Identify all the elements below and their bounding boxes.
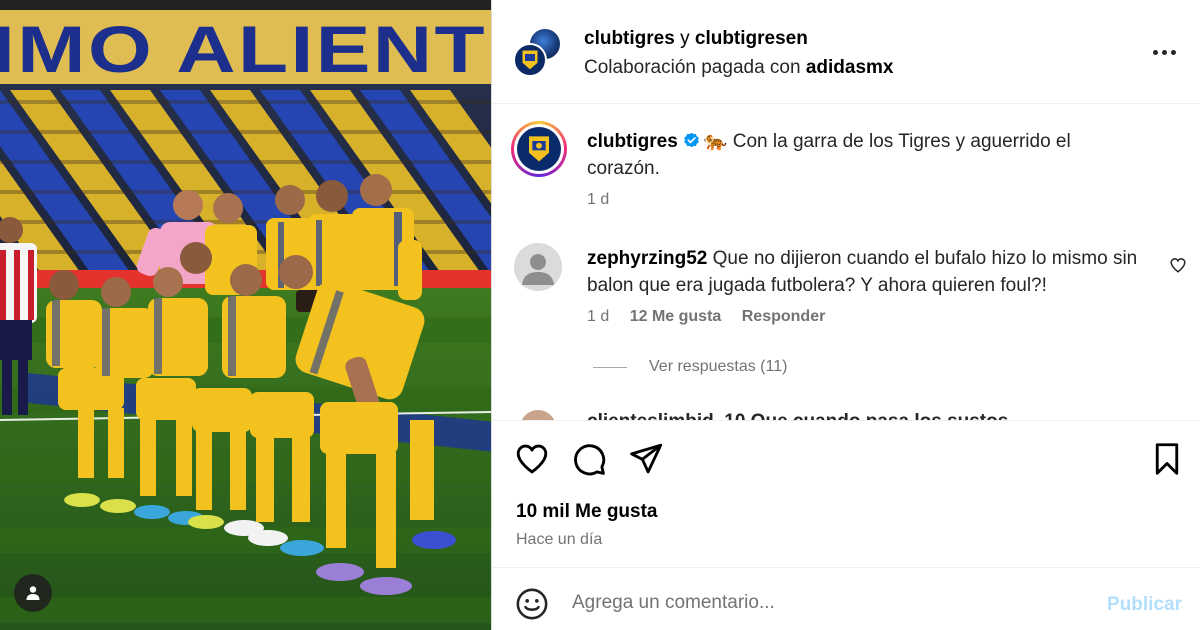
comment-input[interactable] bbox=[572, 586, 1072, 620]
user-tag-icon bbox=[26, 586, 40, 600]
reply-button[interactable]: Responder bbox=[742, 308, 826, 325]
caption-username[interactable]: clubtigres bbox=[587, 131, 678, 152]
likes-count[interactable]: 10 mil Me gusta bbox=[516, 501, 658, 523]
share-icon[interactable] bbox=[628, 441, 664, 477]
team-photo-illustration: IMO ALIENT bbox=[0, 0, 491, 630]
add-comment-bar: Publicar bbox=[492, 567, 1200, 630]
comment-meta: 1 d 12 Me gusta Responder bbox=[587, 308, 825, 326]
header-connector: y bbox=[680, 28, 690, 49]
header-username-2[interactable]: clubtigresen bbox=[695, 28, 808, 49]
comment-likes[interactable]: 12 Me gusta bbox=[630, 308, 722, 325]
post-date[interactable]: Hace un día bbox=[516, 531, 602, 549]
comment-username[interactable]: zephyrzing52 bbox=[587, 248, 707, 269]
post-dialog: IMO ALIENT clubtigres y clubtigresen Col… bbox=[0, 0, 1200, 630]
collab-usernames: clubtigres y clubtigresen bbox=[584, 28, 808, 50]
default-profile-icon bbox=[514, 243, 562, 291]
paid-partnership: Colaboración pagada con adidasmx bbox=[584, 57, 894, 79]
comments-section[interactable]: clubtigres 🐅 Con la garra de los Tigres … bbox=[492, 105, 1200, 420]
caption-timestamp[interactable]: 1 d bbox=[587, 191, 609, 209]
tigres-crest-icon bbox=[527, 135, 551, 164]
next-comment-avatar[interactable] bbox=[520, 410, 556, 420]
collab-avatars[interactable] bbox=[513, 27, 563, 79]
verified-badge-icon bbox=[684, 132, 699, 148]
post-photo[interactable]: IMO ALIENT bbox=[0, 0, 491, 630]
action-bar: 10 mil Me gusta Hace un día bbox=[492, 420, 1200, 567]
caption-emoji: 🐅 bbox=[703, 131, 728, 152]
avatar-clubtigres[interactable] bbox=[513, 43, 547, 77]
emoji-icon[interactable] bbox=[515, 587, 549, 621]
view-replies-label: Ver respuestas (11) bbox=[649, 358, 788, 375]
more-options-icon bbox=[1152, 49, 1158, 55]
replies-divider bbox=[593, 366, 627, 368]
comment-avatar[interactable] bbox=[514, 243, 562, 291]
comment-timestamp[interactable]: 1 d bbox=[587, 308, 609, 325]
post-header: clubtigres y clubtigresen Colaboración p… bbox=[492, 0, 1200, 104]
heart-icon[interactable] bbox=[514, 441, 550, 477]
view-replies-button[interactable]: Ver respuestas (11) bbox=[593, 358, 787, 376]
more-options-button[interactable] bbox=[1149, 40, 1179, 64]
user-tag-button[interactable] bbox=[14, 574, 52, 612]
caption-avatar[interactable] bbox=[511, 121, 567, 177]
comment-like-icon[interactable] bbox=[1169, 256, 1187, 274]
header-username-1[interactable]: clubtigres bbox=[584, 28, 675, 49]
next-comment-text: clienteslimbid_10 Que cuando pasa los su… bbox=[587, 411, 1008, 420]
comment-icon[interactable] bbox=[571, 441, 607, 477]
post-details-pane: clubtigres y clubtigresen Colaboración p… bbox=[491, 0, 1200, 630]
banner-text: IMO ALIENT bbox=[0, 12, 487, 86]
bookmark-icon[interactable] bbox=[1149, 441, 1185, 477]
comment: zephyrzing52 Que no dijieron cuando el b… bbox=[587, 245, 1147, 299]
publish-button[interactable]: Publicar bbox=[1107, 594, 1182, 616]
paid-partnership-label: Colaboración pagada con bbox=[584, 57, 801, 78]
paid-partner-link[interactable]: adidasmx bbox=[806, 57, 894, 78]
tigres-crest-icon bbox=[521, 49, 539, 71]
caption: clubtigres 🐅 Con la garra de los Tigres … bbox=[587, 128, 1107, 182]
